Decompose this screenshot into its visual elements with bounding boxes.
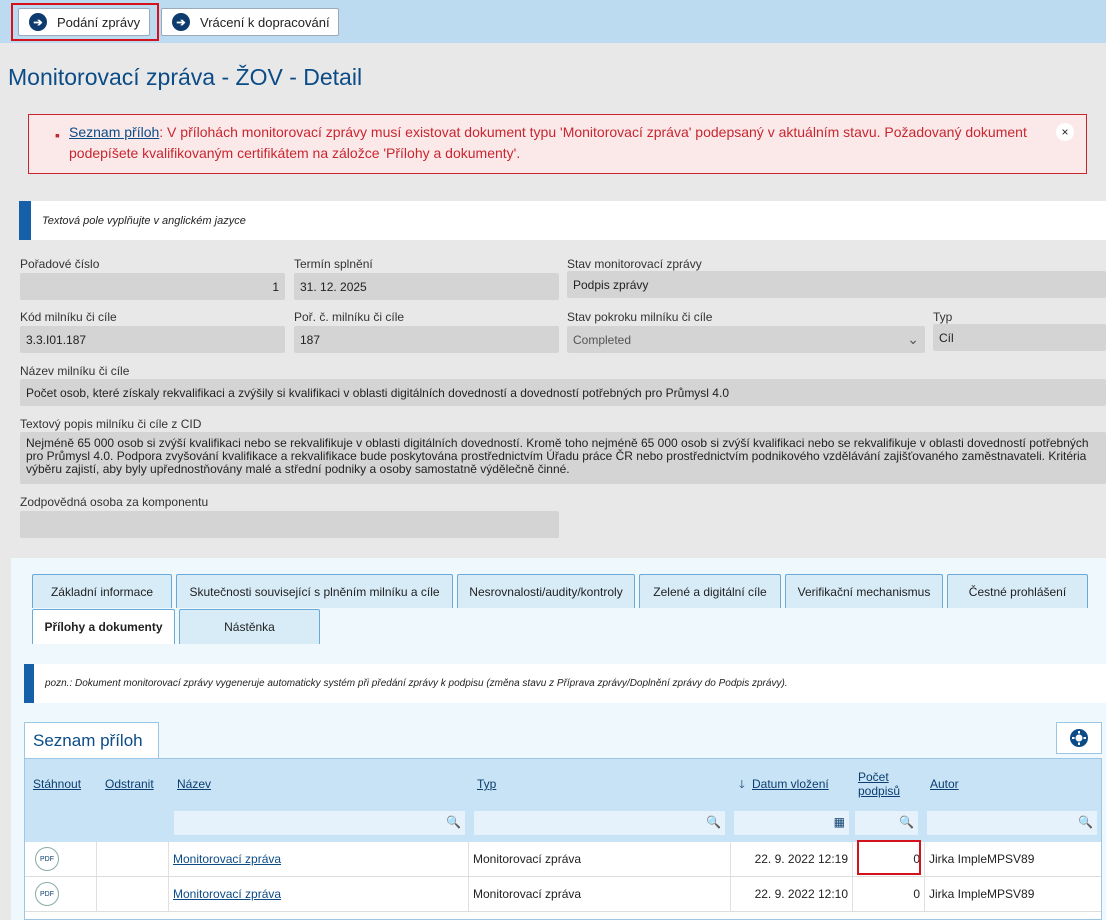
signature-count-cell: 0 — [853, 877, 925, 911]
hint-bar — [19, 201, 31, 240]
filter-autor[interactable]: 🔍 — [927, 811, 1097, 835]
sort-down-icon: 🡓 — [739, 779, 745, 791]
por-field: 187 — [294, 326, 559, 353]
tab-zelene-digitalni[interactable]: Zelené a digitální cíle — [639, 574, 781, 608]
poradove-cislo-field: 1 — [20, 273, 285, 300]
date-cell: 22. 9. 2022 12:19 — [731, 842, 853, 876]
delete-cell — [97, 842, 169, 876]
settings-button[interactable] — [1056, 722, 1102, 754]
col-odstranit[interactable]: Odstranit — [105, 777, 154, 791]
search-icon: 🔍 — [899, 815, 914, 829]
attachments-table: Stáhnout Odstranit Název Typ 🡓 Datum vlo… — [24, 758, 1102, 920]
document-link[interactable]: Monitorovací zpráva — [173, 852, 281, 866]
attach-hint-text: pozn.: Dokument monitorovací zprávy vyge… — [45, 678, 788, 689]
author-cell: Jirka ImpleMPSV89 — [929, 887, 1035, 901]
filter-typ[interactable]: 🔍 — [474, 811, 725, 835]
osoba-field — [20, 511, 559, 538]
col-stahnout[interactable]: Stáhnout — [33, 777, 81, 791]
download-cell: PDF — [25, 877, 97, 911]
pdf-icon[interactable]: PDF — [35, 847, 59, 871]
chevron-down-icon: ⌄ — [907, 331, 919, 347]
pokrok-select[interactable]: Completed ⌄ — [567, 326, 925, 353]
error-alert: ▪ Seznam příloh: V přílohách monitorovac… — [28, 114, 1087, 174]
popis-field: Nejméně 65 000 osob si zvýší kvalifikaci… — [20, 432, 1106, 484]
filter-nazev[interactable]: 🔍 — [174, 811, 465, 835]
stav-label: Stav monitorovací zprávy — [567, 257, 702, 271]
top-toolbar: ➔ Podání zprávy ➔ Vrácení k dopracování — [0, 0, 1106, 43]
popis-label: Textový popis milníku či cíle z CID — [20, 417, 202, 431]
search-icon: 🔍 — [446, 815, 461, 829]
pdf-icon[interactable]: PDF — [35, 882, 59, 906]
col-autor[interactable]: Autor — [930, 777, 959, 791]
stav-field: Podpis zprávy — [567, 271, 1106, 298]
arrow-right-icon: ➔ — [172, 13, 190, 31]
hint-panel: Textová pole vyplňujte v anglickém jazyc… — [19, 201, 1106, 240]
author-cell: Jirka ImpleMPSV89 — [929, 852, 1035, 866]
termin-field: 31. 12. 2025 — [294, 273, 559, 300]
typ-label: Typ — [933, 310, 953, 324]
table-header: Stáhnout Odstranit Název Typ 🡓 Datum vlo… — [25, 759, 1101, 842]
tab-skutecnosti[interactable]: Skutečnosti související s plněním milník… — [176, 574, 453, 608]
hint-bar — [24, 664, 34, 703]
termin-label: Termín splnění — [294, 257, 373, 271]
date-cell: 22. 9. 2022 12:10 — [731, 877, 853, 911]
tab-zakladni-informace[interactable]: Základní informace — [32, 574, 172, 608]
download-cell: PDF — [25, 842, 97, 876]
alert-text: Seznam příloh: V přílohách monitorovací … — [69, 122, 1029, 164]
calendar-icon: ▦ — [833, 815, 845, 829]
col-pocet-line2[interactable]: podpisů — [858, 784, 900, 798]
highlight-frame — [11, 3, 159, 41]
kod-field: 3.3.I01.187 — [20, 326, 285, 353]
name-cell: Monitorovací zpráva — [169, 842, 469, 876]
type-cell: Monitorovací zpráva — [469, 842, 731, 876]
filter-datum[interactable]: ▦ — [734, 811, 849, 835]
gear-icon — [1070, 729, 1088, 747]
return-for-rework-label: Vrácení k dopracování — [200, 14, 330, 30]
name-cell: Monitorovací zpráva — [169, 877, 469, 911]
attach-hint-panel: pozn.: Dokument monitorovací zprávy vyge… — [24, 664, 1106, 703]
alert-link[interactable]: Seznam příloh — [69, 124, 159, 140]
hint-text: Textová pole vyplňujte v anglickém jazyc… — [42, 214, 246, 227]
poradove-cislo-label: Pořadové číslo — [20, 257, 100, 271]
col-datum[interactable]: Datum vložení — [752, 777, 829, 791]
search-icon: 🔍 — [706, 815, 721, 829]
nazev-field: Počet osob, které získaly rekvalifikaci … — [20, 379, 1106, 406]
tab-cestne-prohlaseni[interactable]: Čestné prohlášení — [947, 574, 1088, 608]
return-for-rework-button[interactable]: ➔ Vrácení k dopracování — [161, 8, 339, 36]
close-icon[interactable]: × — [1056, 123, 1074, 141]
tab-nesrovnalosti[interactable]: Nesrovnalosti/audity/kontroly — [457, 574, 635, 608]
col-typ[interactable]: Typ — [477, 777, 496, 791]
osoba-label: Zodpovědná osoba za komponentu — [20, 495, 209, 509]
tab-prilohy[interactable]: Přílohy a dokumenty — [32, 609, 175, 644]
col-nazev[interactable]: Název — [177, 777, 211, 791]
table-row: PDF Monitorovací zpráva Monitorovací zpr… — [25, 877, 1101, 912]
nazev-label: Název milníku či cíle — [20, 364, 130, 378]
kod-label: Kód milníku či cíle — [20, 310, 117, 324]
typ-field: Cíl — [933, 324, 1106, 351]
alert-message: : V přílohách monitorovací zprávy musí e… — [69, 124, 1027, 161]
type-cell: Monitorovací zpráva — [469, 877, 731, 911]
por-label: Poř. č. milníku či cíle — [294, 310, 405, 324]
col-pocet-line1[interactable]: Počet — [858, 770, 889, 784]
filter-pocet[interactable]: 🔍 — [855, 811, 918, 835]
tab-verifikacni[interactable]: Verifikační mechanismus — [785, 574, 943, 608]
alert-bullet: ▪ — [55, 127, 60, 143]
tab-nastenka[interactable]: Nástěnka — [179, 609, 320, 644]
delete-cell — [97, 877, 169, 911]
page-title: Monitorovací zpráva - ŽOV - Detail — [8, 64, 363, 90]
document-link[interactable]: Monitorovací zpráva — [173, 887, 281, 901]
pokrok-value: Completed — [573, 332, 632, 347]
search-icon: 🔍 — [1078, 815, 1093, 829]
highlight-frame — [857, 840, 921, 875]
pokrok-label: Stav pokroku milníku či cíle — [567, 310, 713, 324]
section-title: Seznam příloh — [24, 722, 159, 758]
table-row: PDF Monitorovací zpráva Monitorovací zpr… — [25, 842, 1101, 877]
